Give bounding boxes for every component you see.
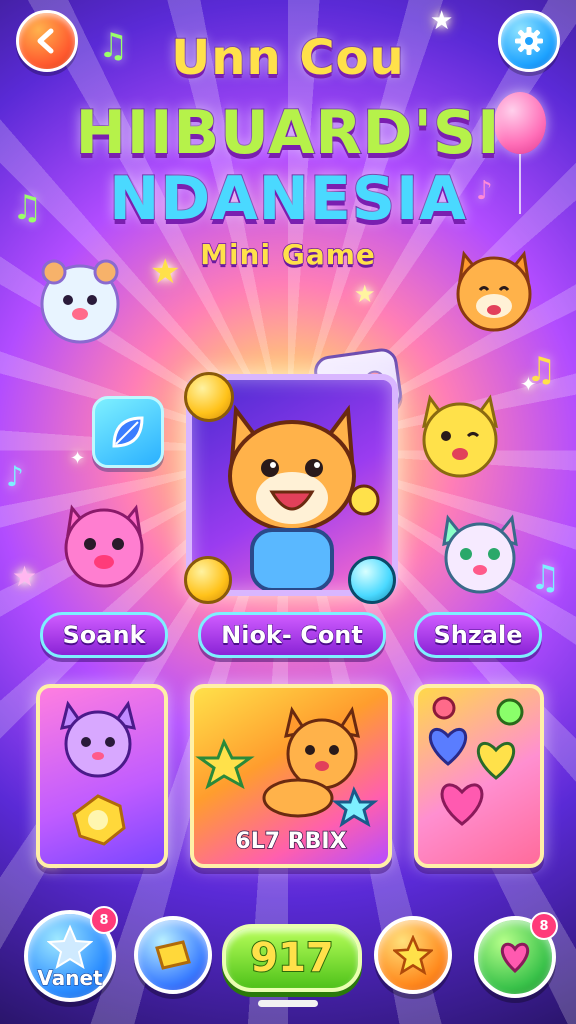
game-card-left[interactable] [36,684,168,868]
title-line-2: HIIBUARD'SI [75,97,501,169]
sparkle-icon: ★ [12,560,38,593]
star-button[interactable] [374,916,452,994]
game-card-middle[interactable]: 6L7 RBIX [190,684,392,868]
star-icon [393,935,433,975]
card-middle-label: 6L7 RBIX [235,828,348,855]
heart-badge: 8 [530,912,558,940]
gem-icon [348,556,396,604]
sparkle-icon: ✦ [70,448,86,469]
coin-icon [184,556,232,604]
fox-character[interactable] [446,240,542,340]
heart-icon [500,942,530,974]
favorites-badge: 8 [90,906,118,934]
home-indicator [258,1000,318,1007]
game-card-right[interactable] [414,684,544,868]
favorites-button[interactable]: Vanet 8 [24,906,118,1002]
play-button[interactable]: 917 [222,924,362,992]
pink-pig-character[interactable] [54,494,154,594]
music-note-icon: ♪ [6,460,24,493]
purple-cat-character [59,700,137,846]
hearts-icon [428,696,524,826]
favorites-label: Vanet [37,966,103,991]
character-pill-right[interactable]: Shzale [414,612,542,658]
title-line-1: Unn Cou [170,29,405,87]
ticket-icon [155,940,191,970]
star-icon [47,924,93,970]
sparkle-icon: ★ [354,280,376,308]
heart-button[interactable]: 8 [474,912,558,998]
coin-icon [184,372,234,422]
yellow-cat-character[interactable] [410,388,510,484]
character-pill-center[interactable]: Niok- Cont [198,612,386,658]
music-note-icon: ♫ [530,558,561,598]
music-note-icon: ♫ [526,350,557,390]
rainbow-cat-character[interactable] [432,506,528,602]
character-pill-left[interactable]: Soank [40,612,168,658]
title-line-3: NDANESIA [108,163,467,235]
hamster-character[interactable] [32,254,128,346]
leaf-skill-icon[interactable] [92,396,164,468]
ticket-button[interactable] [134,916,212,994]
